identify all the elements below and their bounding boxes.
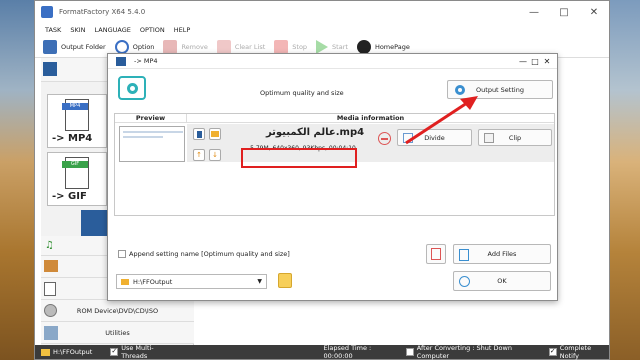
divide-icon xyxy=(403,133,413,143)
status-bar: H:\FFOutput Use Multi-Threads Elapsed Ti… xyxy=(35,344,609,360)
format-settings-icon xyxy=(118,76,146,100)
browse-folder-button[interactable] xyxy=(278,273,292,288)
info-icon xyxy=(196,130,202,138)
film-icon xyxy=(43,62,57,76)
output-setting-button[interactable]: Output Setting xyxy=(447,80,553,99)
checkbox-icon xyxy=(406,348,414,356)
check-circle-icon xyxy=(459,276,470,287)
window-title: FormatFactory X64 5.4.0 xyxy=(59,8,146,16)
menu-language[interactable]: LANGUAGE xyxy=(94,26,130,34)
folder-icon xyxy=(121,278,129,285)
open-folder-button[interactable] xyxy=(209,128,221,140)
minimize-icon[interactable]: — xyxy=(519,1,549,23)
move-up-button[interactable]: ↑ xyxy=(193,149,205,161)
convert-gif-button[interactable]: GIF -> GIF xyxy=(47,152,107,206)
quality-label: Optimum quality and size xyxy=(260,89,344,97)
info-button[interactable] xyxy=(193,128,205,140)
convert-mp4-button[interactable]: MP4 -> MP4 xyxy=(47,94,107,148)
close-icon[interactable]: ✕ xyxy=(579,1,609,23)
move-down-button[interactable]: ↓ xyxy=(209,149,221,161)
clear-list-button[interactable]: Clear List xyxy=(216,39,265,54)
menu-option[interactable]: OPTION xyxy=(140,26,165,34)
gif-file-icon: GIF xyxy=(62,157,89,189)
sidebar-category-utilities[interactable]: Utilities xyxy=(41,322,194,344)
checkbox-icon xyxy=(118,250,126,258)
menu-bar: TASK SKIN LANGUAGE OPTION HELP xyxy=(35,23,609,36)
desktop-wallpaper-right xyxy=(610,0,640,360)
menu-task[interactable]: TASK xyxy=(45,26,61,34)
column-preview: Preview xyxy=(115,114,187,123)
stop-icon xyxy=(274,39,289,54)
remove-icon xyxy=(163,39,178,54)
add-file-icon xyxy=(459,249,469,261)
convert-dialog: -> MP4 — □ ✕ Optimum quality and size Ou… xyxy=(107,53,558,301)
status-output-folder[interactable]: H:\FFOutput xyxy=(41,348,92,356)
elapsed-time: Elapsed Time : 00:00:00 xyxy=(323,344,372,360)
play-icon xyxy=(316,39,329,54)
start-button[interactable]: Start xyxy=(316,39,348,54)
column-media-information: Media information xyxy=(187,114,554,123)
mp4-small-icon xyxy=(116,57,126,66)
sidebar-category-rom[interactable]: ROM Device\DVD\CD\ISO xyxy=(41,300,194,322)
dialog-minimize-icon[interactable]: — xyxy=(517,54,529,69)
file-info-highlight xyxy=(241,148,357,168)
file-name: عالم الكمبيوتر.mp4 xyxy=(265,127,365,138)
dialog-title: -> MP4 xyxy=(134,57,158,65)
disc-icon xyxy=(44,304,57,317)
option-button[interactable]: Option xyxy=(114,39,154,54)
home-icon xyxy=(356,39,371,54)
checkbox-checked-icon xyxy=(110,348,119,356)
ok-button[interactable]: OK xyxy=(453,271,551,291)
menu-skin[interactable]: SKIN xyxy=(70,26,85,34)
folder-icon xyxy=(43,39,57,54)
output-folder-button[interactable]: Output Folder xyxy=(43,39,106,54)
add-files-button[interactable]: Add Files xyxy=(453,244,551,264)
gear-icon xyxy=(455,85,465,95)
clip-button[interactable]: Clip xyxy=(478,129,552,146)
menu-help[interactable]: HELP xyxy=(174,26,191,34)
file-x-icon xyxy=(431,248,441,260)
remove-file-button[interactable] xyxy=(378,132,391,145)
utilities-icon xyxy=(44,326,58,340)
picture-icon xyxy=(44,260,58,272)
stop-button[interactable]: Stop xyxy=(274,39,307,54)
output-path-select[interactable]: H:\FFOutput ▼ xyxy=(116,274,267,289)
folder-icon xyxy=(211,131,219,137)
clear-list-icon xyxy=(216,39,231,54)
after-converting-checkbox[interactable]: After Converting : Shut Down Computer xyxy=(406,344,539,360)
homepage-button[interactable]: HomePage xyxy=(356,39,410,54)
complete-notify-checkbox[interactable]: Complete Notify xyxy=(548,344,609,360)
multi-threads-checkbox[interactable]: Use Multi-Threads xyxy=(110,344,175,360)
dialog-title-bar: -> MP4 xyxy=(108,54,557,69)
music-icon: ♫ xyxy=(45,240,54,251)
title-bar: FormatFactory X64 5.4.0 — □ ✕ xyxy=(35,1,609,23)
arrow-down-icon: ↓ xyxy=(212,151,218,159)
append-setting-checkbox[interactable]: Append setting name [Optimum quality and… xyxy=(118,250,290,258)
minus-icon xyxy=(381,137,388,140)
maximize-icon[interactable]: □ xyxy=(549,1,579,23)
gear-icon xyxy=(114,39,129,54)
settings-remove-button[interactable] xyxy=(426,244,446,264)
dialog-maximize-icon[interactable]: □ xyxy=(529,54,541,69)
remove-button[interactable]: Remove xyxy=(163,39,208,54)
dialog-close-icon[interactable]: ✕ xyxy=(541,54,553,69)
arrow-up-icon: ↑ xyxy=(196,151,202,159)
chevron-down-icon: ▼ xyxy=(257,278,262,285)
desktop-wallpaper-left xyxy=(0,0,34,360)
clip-icon xyxy=(484,133,494,143)
app-icon xyxy=(41,6,53,18)
mp4-file-icon: MP4 xyxy=(62,99,89,131)
document-icon xyxy=(44,282,56,296)
video-thumbnail xyxy=(119,126,185,162)
checkbox-checked-icon xyxy=(548,348,557,356)
folder-icon xyxy=(41,348,50,356)
divide-button[interactable]: Divide xyxy=(397,129,472,146)
